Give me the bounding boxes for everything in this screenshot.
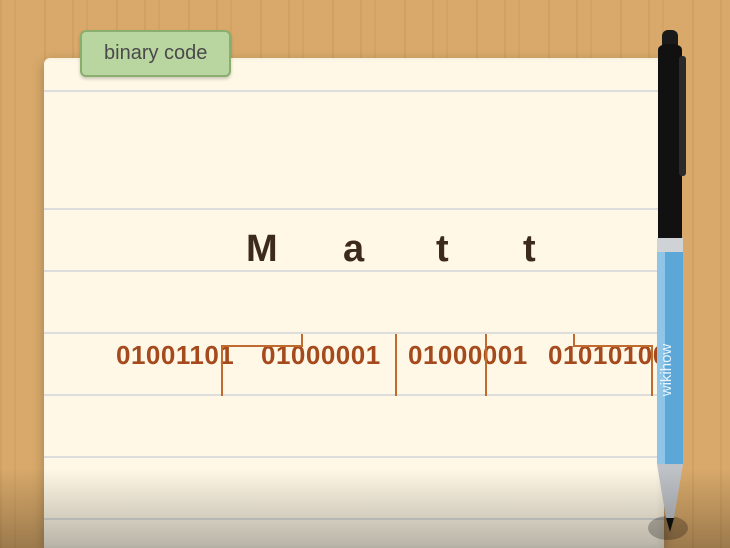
title-tag: binary code xyxy=(80,30,231,77)
binary-M: 01001101 xyxy=(116,340,234,371)
letter-M: M xyxy=(246,228,278,271)
notepad-paper: M a t t 01001101 01000001 01000001 01010… xyxy=(44,58,664,548)
wood-desk: M a t t 01001101 01000001 01000001 01010… xyxy=(0,0,730,548)
binary-a: 01000001 xyxy=(261,340,381,371)
letter-a: a xyxy=(343,228,364,271)
paper-rulings xyxy=(44,58,664,548)
binary-t2: 01010100 xyxy=(548,340,668,371)
letter-t1: t xyxy=(436,228,449,271)
letter-t2: t xyxy=(523,228,536,271)
binary-t1: 01000001 xyxy=(408,340,528,371)
